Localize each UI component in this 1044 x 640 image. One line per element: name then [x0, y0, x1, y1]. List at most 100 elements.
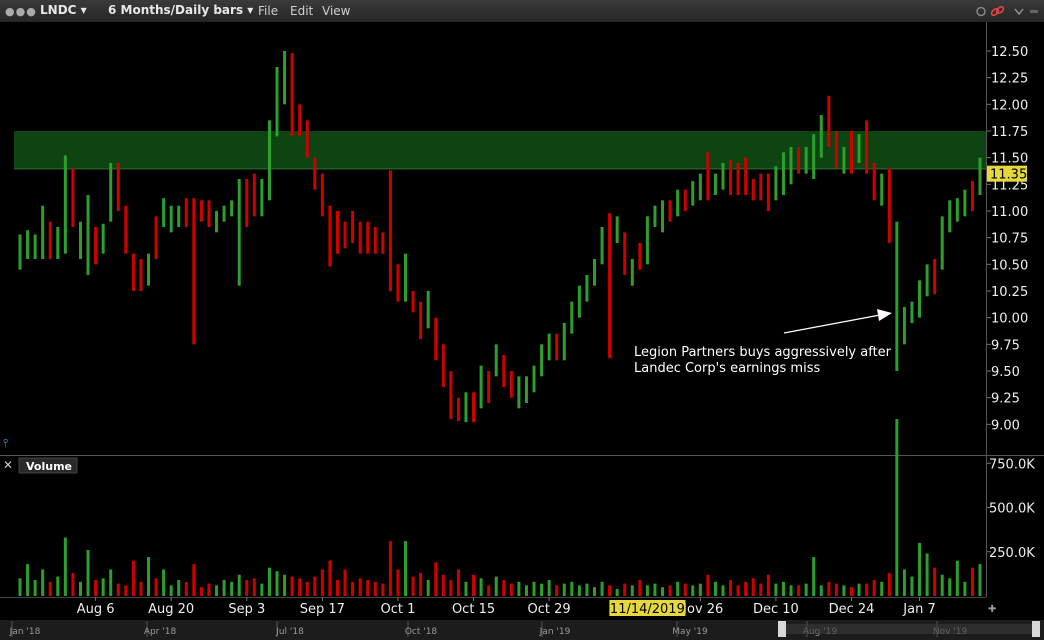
- symbol-selector[interactable]: LNDC ▾: [40, 3, 87, 17]
- volume-bar: [464, 581, 468, 596]
- volume-bar: [804, 583, 808, 596]
- date-tick-label: Oct 1: [381, 602, 416, 617]
- price-bar: [426, 291, 430, 329]
- highlight-band-rect: [14, 131, 986, 169]
- price-bar: [109, 163, 113, 222]
- price-bar: [736, 163, 740, 196]
- volume-bar: [305, 581, 309, 596]
- volume-bar: [721, 585, 725, 596]
- annotation-line-1: Legion Partners buys aggressively after: [634, 345, 892, 360]
- volume-bar: [978, 564, 982, 596]
- period-selector[interactable]: 6 Months/Daily bars ▾: [108, 3, 253, 17]
- price-bar: [290, 53, 294, 137]
- volume-bar: [154, 578, 158, 596]
- volume-bar: [419, 572, 423, 596]
- menu-view[interactable]: View: [322, 4, 350, 18]
- date-tick-label: Aug 6: [77, 602, 115, 617]
- window-dots-icon[interactable]: ●●●: [5, 5, 37, 18]
- volume-bar: [653, 583, 657, 596]
- period-label: 6 Months/Daily bars: [108, 3, 244, 17]
- price-bar: [396, 264, 400, 302]
- cursor-date-label: 11/14/2019: [609, 600, 686, 617]
- price-chart[interactable]: 12.5012.2512.0011.7511.5011.2511.0010.75…: [0, 22, 1044, 640]
- navigator-left-handle[interactable]: [778, 621, 786, 637]
- price-bar: [388, 170, 392, 292]
- price-bar: [404, 253, 408, 302]
- volume-bar: [434, 562, 438, 596]
- price-bar: [162, 198, 166, 228]
- volume-bar: [396, 569, 400, 596]
- close-panel-icon[interactable]: ✕: [3, 458, 13, 472]
- volume-bar: [766, 574, 770, 596]
- plus-icon[interactable]: ✚: [988, 604, 996, 615]
- link-icon[interactable]: [990, 5, 1005, 17]
- price-bar: [804, 147, 808, 174]
- price-bar: [540, 344, 544, 377]
- price-bar: [63, 155, 67, 254]
- volume-bar: [192, 564, 196, 596]
- volume-bar: [887, 572, 891, 596]
- volume-bar: [116, 583, 120, 596]
- volume-bar: [540, 583, 544, 596]
- symbol-label: LNDC: [40, 3, 77, 17]
- price-bar: [918, 280, 922, 318]
- price-tick-label: 9.75: [991, 338, 1020, 353]
- volume-bar: [41, 569, 45, 596]
- volume-bar: [592, 587, 596, 596]
- price-bar: [925, 264, 929, 297]
- price-bar: [524, 376, 528, 404]
- price-bar: [562, 323, 566, 361]
- volume-bar: [555, 585, 559, 596]
- volume-bar: [199, 587, 203, 596]
- volume-bar: [94, 580, 98, 596]
- price-tick-label: 11.75: [991, 125, 1028, 140]
- volume-bar: [630, 585, 634, 596]
- volume-bar: [101, 578, 105, 596]
- volume-bar: [207, 583, 211, 596]
- price-bar: [729, 159, 733, 196]
- volume-bar: [608, 585, 612, 596]
- price-bar: [18, 234, 22, 270]
- price-bar: [41, 205, 45, 260]
- volume-tick-label: 750.0K: [989, 457, 1035, 472]
- menu-edit[interactable]: Edit: [290, 4, 313, 18]
- volume-bar: [834, 583, 838, 596]
- volume-bar: [283, 574, 287, 596]
- volume-bar: [570, 581, 574, 596]
- volume-bar: [313, 576, 317, 596]
- volume-bar: [56, 576, 60, 596]
- price-bar: [592, 259, 596, 286]
- menu-file[interactable]: File: [258, 4, 278, 18]
- price-bar: [358, 221, 362, 254]
- price-tick-label: 9.50: [991, 365, 1020, 380]
- price-bar: [26, 230, 30, 260]
- price-bar: [819, 115, 823, 158]
- price-bar: [33, 234, 37, 260]
- volume-bar: [524, 585, 528, 596]
- price-bar: [222, 205, 226, 222]
- price-bar: [933, 259, 937, 295]
- volume-bar: [842, 585, 846, 596]
- volume-bar: [963, 581, 967, 596]
- navigator-right-handle[interactable]: [1032, 621, 1040, 637]
- volume-bar: [638, 580, 642, 596]
- navigator-window[interactable]: [786, 624, 1032, 634]
- volume-bar: [948, 578, 952, 596]
- price-bar: [910, 301, 914, 324]
- volume-bar: [366, 580, 370, 596]
- volume-bar: [373, 581, 377, 596]
- collapse-chevron-icon[interactable]: [1014, 8, 1024, 16]
- price-bar: [48, 221, 52, 260]
- minimize-icon[interactable]: [1030, 10, 1038, 13]
- volume-bar: [781, 581, 785, 596]
- price-bar: [849, 131, 853, 174]
- price-bar: [215, 211, 219, 233]
- volume-bar: [267, 567, 271, 596]
- price-tick-label: 10.25: [991, 285, 1028, 300]
- price-bar: [298, 104, 302, 137]
- price-bar: [955, 198, 959, 222]
- settings-icon[interactable]: [976, 6, 986, 17]
- marker-icon[interactable]: ⫯: [3, 436, 8, 450]
- price-bar: [260, 179, 264, 217]
- price-bar: [600, 227, 604, 265]
